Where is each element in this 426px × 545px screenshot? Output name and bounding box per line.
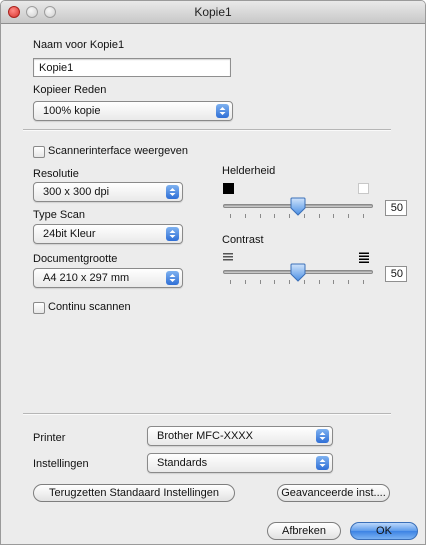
reset-defaults-button[interactable]: Terugzetten Standaard Instellingen — [33, 484, 235, 502]
scan-type-label: Type Scan — [33, 209, 85, 221]
slider-tick — [348, 280, 349, 284]
slider-tick — [230, 280, 231, 284]
slider-tick — [245, 214, 246, 218]
slider-tick — [333, 280, 334, 284]
scanner-interface-checkbox[interactable] — [33, 146, 45, 158]
brightness-value: 50 — [385, 200, 407, 216]
slider-tick — [304, 280, 305, 284]
slider-tick — [333, 214, 334, 218]
slider-tick — [348, 214, 349, 218]
popup-arrows-icon — [166, 185, 179, 199]
popup-arrows-icon — [316, 456, 329, 470]
ok-button[interactable]: OK — [350, 522, 418, 540]
reason-label: Kopieer Reden — [33, 84, 107, 96]
continuous-scan-checkbox[interactable] — [33, 302, 45, 314]
slider-tick — [319, 280, 320, 284]
dialog-window: Kopie1 Naam voor Kopie1 Kopieer Reden 10… — [0, 0, 426, 545]
scan-type-popup[interactable]: 24bit Kleur — [33, 224, 183, 244]
name-label: Naam voor Kopie1 — [33, 39, 125, 51]
popup-arrows-icon — [216, 104, 229, 118]
resolution-popup[interactable]: 300 x 300 dpi — [33, 182, 183, 202]
resolution-label: Resolutie — [33, 168, 79, 180]
slider-tick — [289, 214, 290, 218]
resolution-value: 300 x 300 dpi — [43, 186, 110, 198]
slider-tick — [260, 280, 261, 284]
window-title: Kopie1 — [194, 5, 232, 19]
slider-tick — [230, 214, 231, 218]
settings-label: Instellingen — [33, 458, 89, 470]
document-size-value: A4 210 x 297 mm — [43, 272, 130, 284]
slider-tick — [260, 214, 261, 218]
name-field[interactable] — [33, 58, 231, 77]
document-size-popup[interactable]: A4 210 x 297 mm — [33, 268, 183, 288]
title-bar[interactable]: Kopie1 — [1, 1, 425, 24]
scan-type-value: 24bit Kleur — [43, 228, 96, 240]
slider-tick — [304, 214, 305, 218]
printer-label: Printer — [33, 432, 66, 444]
slider-tick — [289, 280, 290, 284]
low-contrast-icon — [223, 252, 233, 263]
slider-tick — [274, 214, 275, 218]
popup-arrows-icon — [166, 271, 179, 285]
separator-bottom — [23, 413, 391, 415]
brightness-label: Helderheid — [222, 165, 276, 177]
settings-value: Standards — [157, 457, 208, 469]
scanner-interface-label: Scannerinterface weergeven — [48, 145, 189, 157]
cancel-button[interactable]: Afbreken — [267, 522, 341, 540]
separator-top — [23, 129, 391, 131]
light-swatch-icon — [358, 183, 369, 194]
reason-popup[interactable]: 100% kopie — [33, 101, 233, 121]
advanced-settings-button[interactable]: Geavanceerde inst.... — [277, 484, 390, 502]
slider-tick — [319, 214, 320, 218]
printer-popup[interactable]: Brother MFC-XXXX — [147, 426, 333, 446]
popup-arrows-icon — [166, 227, 179, 241]
high-contrast-icon — [359, 252, 369, 263]
document-size-label: Documentgrootte — [33, 253, 118, 265]
slider-tick — [274, 280, 275, 284]
reason-value: 100% kopie — [43, 105, 101, 117]
slider-tick — [245, 280, 246, 284]
slider-tick — [363, 280, 364, 284]
settings-popup[interactable]: Standards — [147, 453, 333, 473]
dark-swatch-icon — [223, 183, 234, 194]
contrast-label: Contrast — [222, 234, 264, 246]
popup-arrows-icon — [316, 429, 329, 443]
slider-tick — [363, 214, 364, 218]
contrast-value: 50 — [385, 266, 407, 282]
printer-value: Brother MFC-XXXX — [157, 430, 253, 442]
continuous-scan-label: Continu scannen — [48, 301, 131, 313]
